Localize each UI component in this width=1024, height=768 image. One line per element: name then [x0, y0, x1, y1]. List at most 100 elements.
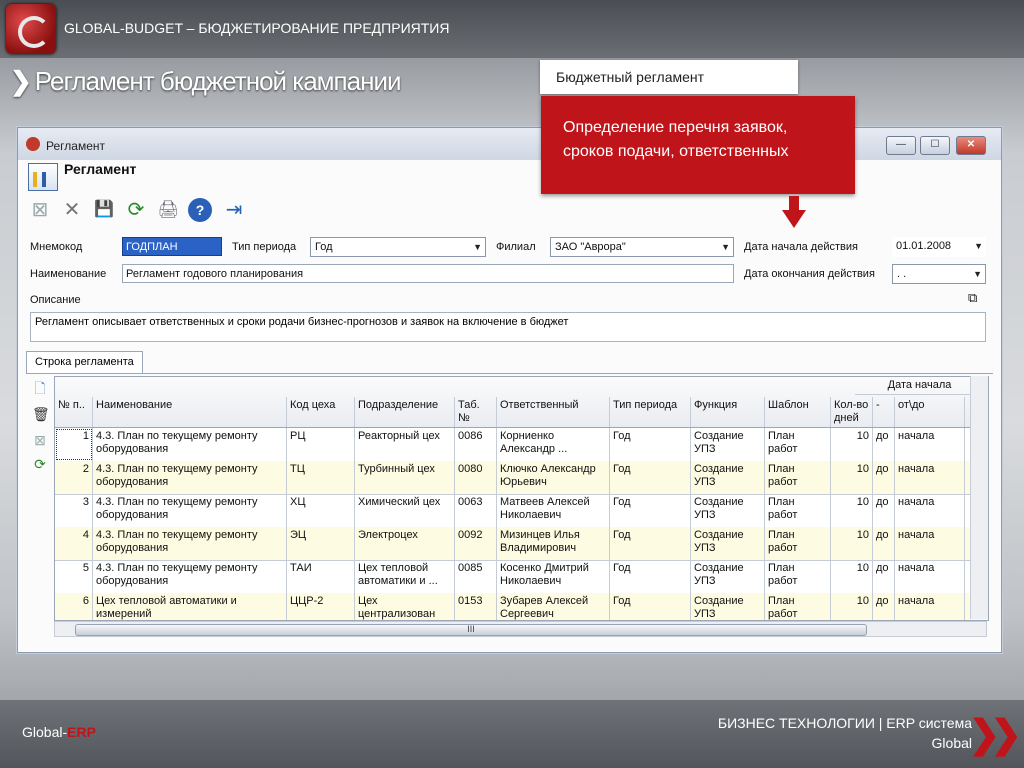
- cell-template: План работ: [765, 494, 831, 527]
- col-header-tab-no[interactable]: Таб. №: [455, 397, 497, 427]
- callout-box: Определение перечня заявок, сроков подач…: [541, 96, 855, 194]
- horizontal-scroll-thumb[interactable]: III: [75, 624, 867, 636]
- table-row[interactable]: 5 4.3. План по текущему ремонту оборудова…: [55, 560, 988, 594]
- table-row[interactable]: 6 Цех тепловой автоматики и измерений ЦЦР-…: [55, 593, 988, 620]
- chevron-down-icon: ▼: [973, 269, 982, 279]
- cell-period-type: Год: [610, 527, 691, 560]
- cell-responsible: Корниенко Александр ...: [497, 428, 610, 461]
- maximize-button[interactable]: ☐: [920, 136, 950, 155]
- cell-tab-no: 0086: [455, 428, 497, 461]
- cell-days: 10: [831, 527, 873, 560]
- col-header-days[interactable]: Кол-во дней: [831, 397, 873, 427]
- name-label: Наименование: [30, 268, 107, 280]
- chevron-down-icon: ▼: [974, 241, 983, 251]
- cell-responsible: Мизинцев Илья Владимирович: [497, 527, 610, 560]
- cell-name: 4.3. План по текущему ремонту оборудован…: [93, 494, 287, 527]
- cell-dash: до: [873, 494, 895, 527]
- table-row[interactable]: 3 4.3. План по текущему ремонту оборудова…: [55, 494, 988, 528]
- cell-period-type: Год: [610, 428, 691, 461]
- cell-from-to: начала: [895, 560, 965, 593]
- callout-tab: Бюджетный регламент: [540, 60, 798, 94]
- delete-record-icon[interactable]: ⊠: [28, 198, 52, 222]
- cell-tab-no: 0080: [455, 461, 497, 494]
- table-row[interactable]: 2 4.3. План по текущему ремонту оборудова…: [55, 461, 988, 495]
- cell-num: 6: [55, 593, 93, 620]
- global-logo-icon: [6, 4, 56, 54]
- name-input[interactable]: Регламент годового планирования: [122, 264, 734, 283]
- cell-from-to: начала: [895, 527, 965, 560]
- col-header-responsible[interactable]: Ответственный: [497, 397, 610, 427]
- branch-value: ЗАО "Аврора": [555, 241, 626, 253]
- col-header-name[interactable]: Наименование: [93, 397, 287, 427]
- col-header-function[interactable]: Функция: [691, 397, 765, 427]
- cell-responsible: Матвеев Алексей Николаевич: [497, 494, 610, 527]
- mnemo-input[interactable]: ГОДПЛАН: [122, 237, 222, 256]
- mnemo-label: Мнемокод: [30, 241, 83, 253]
- col-header-num[interactable]: № п..: [55, 397, 93, 427]
- delete-row-icon[interactable]: ⊠: [32, 432, 48, 448]
- cell-dash: до: [873, 560, 895, 593]
- cell-days: 10: [831, 428, 873, 461]
- cell-shop-code: ХЦ: [287, 494, 355, 527]
- callout-tab-label: Бюджетный регламент: [556, 69, 705, 85]
- footer-tagline-line1: БИЗНЕС ТЕХНОЛОГИИ | ERP система: [717, 715, 972, 731]
- print-icon[interactable]: 🖨: [156, 198, 180, 222]
- cell-days: 10: [831, 560, 873, 593]
- cell-from-to: начала: [895, 593, 965, 620]
- cell-shop-code: ТЦ: [287, 461, 355, 494]
- col-header-template[interactable]: Шаблон: [765, 397, 831, 427]
- tab-regulation-row[interactable]: Строка регламента: [26, 351, 143, 373]
- table-row[interactable]: 1 4.3. План по текущему ремонту оборудова…: [55, 428, 988, 462]
- col-header-shop-code[interactable]: Код цеха: [287, 397, 355, 427]
- exit-icon[interactable]: ⇥: [222, 198, 246, 222]
- period-select[interactable]: Год ▼: [310, 237, 486, 257]
- regulation-window: Регламент — ☐ ✕ Регламент ⊠ ✕ 💾 ⟳ 🖨 ? ⇥ …: [17, 127, 1002, 653]
- minimize-button[interactable]: —: [886, 136, 916, 155]
- vertical-scrollbar[interactable]: [970, 376, 988, 619]
- cell-num: 2: [55, 461, 93, 494]
- cell-period-type: Год: [610, 560, 691, 593]
- horizontal-scrollbar[interactable]: III: [54, 621, 987, 637]
- new-row-icon[interactable]: 🗋: [32, 380, 48, 396]
- cell-template: План работ: [765, 527, 831, 560]
- start-date-picker[interactable]: 01.01.2008 ▼: [892, 237, 986, 257]
- col-header-dash[interactable]: -: [873, 397, 895, 427]
- col-header-period-type[interactable]: Тип периода: [610, 397, 691, 427]
- end-date-label: Дата окончания действия: [744, 268, 875, 280]
- refresh-row-icon[interactable]: ⟳: [32, 456, 48, 472]
- cell-function: Создание УПЗ: [691, 560, 765, 593]
- col-header-department[interactable]: Подразделение: [355, 397, 455, 427]
- table-row[interactable]: 4 4.3. План по текущему ремонту оборудова…: [55, 527, 988, 561]
- cell-name: 4.3. План по текущему ремонту оборудован…: [93, 428, 287, 461]
- close-button[interactable]: ✕: [956, 136, 986, 155]
- help-icon[interactable]: ?: [188, 198, 212, 222]
- cell-shop-code: ЦЦР-2: [287, 593, 355, 620]
- refresh-icon[interactable]: ⟳: [124, 198, 148, 222]
- cell-responsible: Ключко Александр Юрьевич: [497, 461, 610, 494]
- cell-dash: до: [873, 461, 895, 494]
- cell-days: 10: [831, 461, 873, 494]
- cell-department: Цех централизован: [355, 593, 455, 620]
- cell-tab-no: 0063: [455, 494, 497, 527]
- cell-department: Цех тепловой автоматики и ...: [355, 560, 455, 593]
- save-icon[interactable]: 💾: [92, 198, 116, 222]
- cell-function: Создание УПЗ: [691, 461, 765, 494]
- tab-strip: Строка регламента: [26, 351, 993, 374]
- trash-icon[interactable]: 🗑: [32, 406, 50, 422]
- cell-dash: до: [873, 527, 895, 560]
- expand-icon[interactable]: ⧉: [968, 290, 977, 306]
- cancel-icon[interactable]: ✕: [60, 198, 84, 222]
- description-textarea[interactable]: Регламент описывает ответственных и срок…: [30, 312, 986, 342]
- branch-select[interactable]: ЗАО "Аврора" ▼: [550, 237, 734, 257]
- cell-template: План работ: [765, 461, 831, 494]
- col-header-from-to[interactable]: от\до: [895, 397, 965, 427]
- cell-from-to: начала: [895, 428, 965, 461]
- cell-template: План работ: [765, 560, 831, 593]
- cell-days: 10: [831, 593, 873, 620]
- end-date-picker[interactable]: . . ▼: [892, 264, 986, 284]
- form-title: Регламент: [64, 161, 137, 177]
- end-date-value: . .: [897, 268, 907, 280]
- cell-responsible: Косенко Дмитрий Николаевич: [497, 560, 610, 593]
- cell-from-to: начала: [895, 461, 965, 494]
- cell-department: Электроцех: [355, 527, 455, 560]
